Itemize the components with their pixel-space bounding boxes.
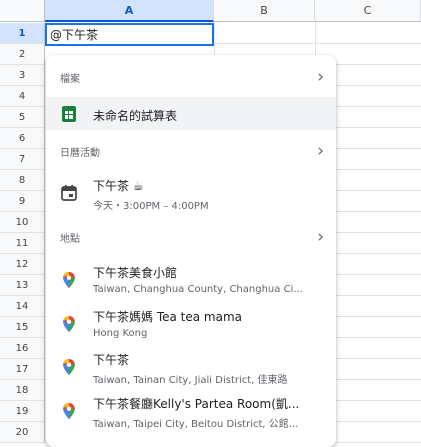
row-header-1[interactable]: 1 bbox=[0, 23, 45, 44]
row-header-18[interactable]: 18 bbox=[0, 380, 45, 401]
row-header-17[interactable]: 17 bbox=[0, 359, 45, 380]
cell-input-text[interactable]: @下午茶 bbox=[50, 26, 98, 43]
spreadsheet-grid: A B C 1 2 3 4 5 6 7 8 9 10 11 12 13 14 15 16 17 18 19 20 @下… bbox=[0, 0, 421, 447]
file-item[interactable]: 未命名的試算表 bbox=[46, 97, 336, 130]
place-address: Hong Kong bbox=[93, 328, 148, 339]
column-header-a[interactable]: A bbox=[45, 0, 214, 22]
place-item[interactable]: 下午茶餐廳Kelly's Partea Room(凱... Taiwan, Tai… bbox=[46, 391, 336, 431]
row-header-15[interactable]: 15 bbox=[0, 317, 45, 338]
active-cell-a1[interactable]: @下午茶 bbox=[45, 23, 214, 46]
section-header-files[interactable]: 檔案 › bbox=[46, 66, 336, 88]
row-header-14[interactable]: 14 bbox=[0, 296, 45, 317]
column-header-b[interactable]: B bbox=[214, 0, 315, 22]
place-title: 下午茶 bbox=[93, 353, 130, 367]
map-pin-icon bbox=[63, 359, 75, 375]
section-header-calendar[interactable]: 日曆活動 › bbox=[46, 140, 336, 162]
event-time: 今天・3:00PM – 4:00PM bbox=[93, 201, 209, 212]
row-header-2[interactable]: 2 bbox=[0, 44, 45, 65]
row-header-10[interactable]: 10 bbox=[0, 212, 45, 233]
place-title: 下午茶美食小館 bbox=[93, 266, 178, 280]
chevron-right-icon[interactable]: › bbox=[317, 66, 324, 88]
map-pin-icon bbox=[63, 316, 75, 332]
row-header-4[interactable]: 4 bbox=[0, 86, 45, 107]
row-header-16[interactable]: 16 bbox=[0, 338, 45, 359]
section-label-calendar: 日曆活動 bbox=[60, 148, 100, 159]
map-pin-icon bbox=[63, 272, 75, 288]
row-header-20[interactable]: 20 bbox=[0, 422, 45, 443]
row-header-9[interactable]: 9 bbox=[0, 191, 45, 212]
place-title: 下午茶餐廳Kelly's Partea Room(凱... bbox=[93, 397, 300, 411]
place-title: 下午茶媽媽 Tea tea mama bbox=[93, 310, 242, 324]
place-address: Taiwan, Changhua County, Changhua Ci... bbox=[93, 284, 303, 295]
row-header-5[interactable]: 5 bbox=[0, 107, 45, 128]
sheets-icon bbox=[62, 106, 76, 122]
section-label-files: 檔案 bbox=[60, 74, 80, 85]
file-title: 未命名的試算表 bbox=[93, 109, 178, 123]
place-address: Taiwan, Taipei City, Beitou District, 公館… bbox=[93, 419, 299, 430]
calendar-event-icon bbox=[61, 185, 77, 201]
place-address: Taiwan, Tainan City, Jiali District, 佳東路 bbox=[93, 375, 288, 386]
row-header-6[interactable]: 6 bbox=[0, 128, 45, 149]
event-title: 下午茶 ☕ bbox=[93, 179, 144, 193]
section-header-places[interactable]: 地點 › bbox=[46, 226, 336, 248]
section-label-places: 地點 bbox=[60, 234, 80, 245]
place-item[interactable]: 下午茶美食小館 Taiwan, Changhua County, Changhua… bbox=[46, 260, 336, 300]
place-item[interactable]: 下午茶 Taiwan, Tainan City, Jiali District, … bbox=[46, 347, 336, 387]
row-header-8[interactable]: 8 bbox=[0, 170, 45, 191]
place-item[interactable]: 下午茶媽媽 Tea tea mama Hong Kong bbox=[46, 304, 336, 344]
row-header-11[interactable]: 11 bbox=[0, 233, 45, 254]
row-header-19[interactable]: 19 bbox=[0, 401, 45, 422]
calendar-event-item[interactable]: 下午茶 ☕ 今天・3:00PM – 4:00PM bbox=[46, 173, 336, 213]
chevron-right-icon[interactable]: › bbox=[317, 226, 324, 248]
row-header-7[interactable]: 7 bbox=[0, 149, 45, 170]
column-header-c[interactable]: C bbox=[315, 0, 421, 22]
row-header-13[interactable]: 13 bbox=[0, 275, 45, 296]
row-header-12[interactable]: 12 bbox=[0, 254, 45, 275]
row-header-3[interactable]: 3 bbox=[0, 65, 45, 86]
map-pin-icon bbox=[63, 403, 75, 419]
smart-chip-suggestions-popup: 檔案 › 未命名的試算表 日曆活動 › 下午茶 ☕ 今天・3:00PM – 4:… bbox=[46, 55, 336, 447]
chevron-right-icon[interactable]: › bbox=[317, 140, 324, 162]
select-all-corner[interactable] bbox=[0, 0, 45, 22]
